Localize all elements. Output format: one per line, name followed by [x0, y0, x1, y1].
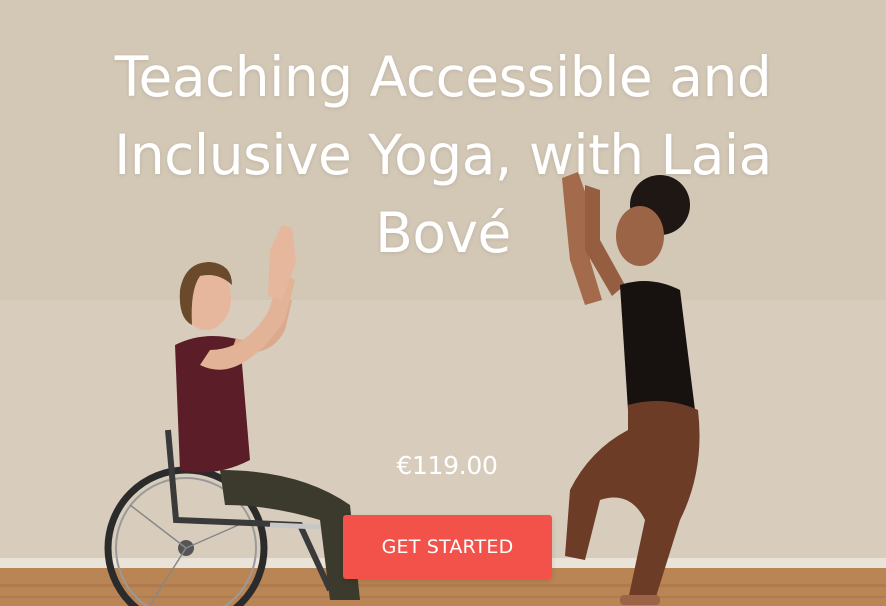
get-started-button[interactable]: GET STARTED: [343, 515, 552, 579]
course-title: Teaching Accessible and Inclusive Yoga, …: [114, 45, 772, 265]
course-price: €119.00: [396, 451, 498, 480]
course-hero: Teaching Accessible and Inclusive Yoga, …: [0, 0, 886, 606]
